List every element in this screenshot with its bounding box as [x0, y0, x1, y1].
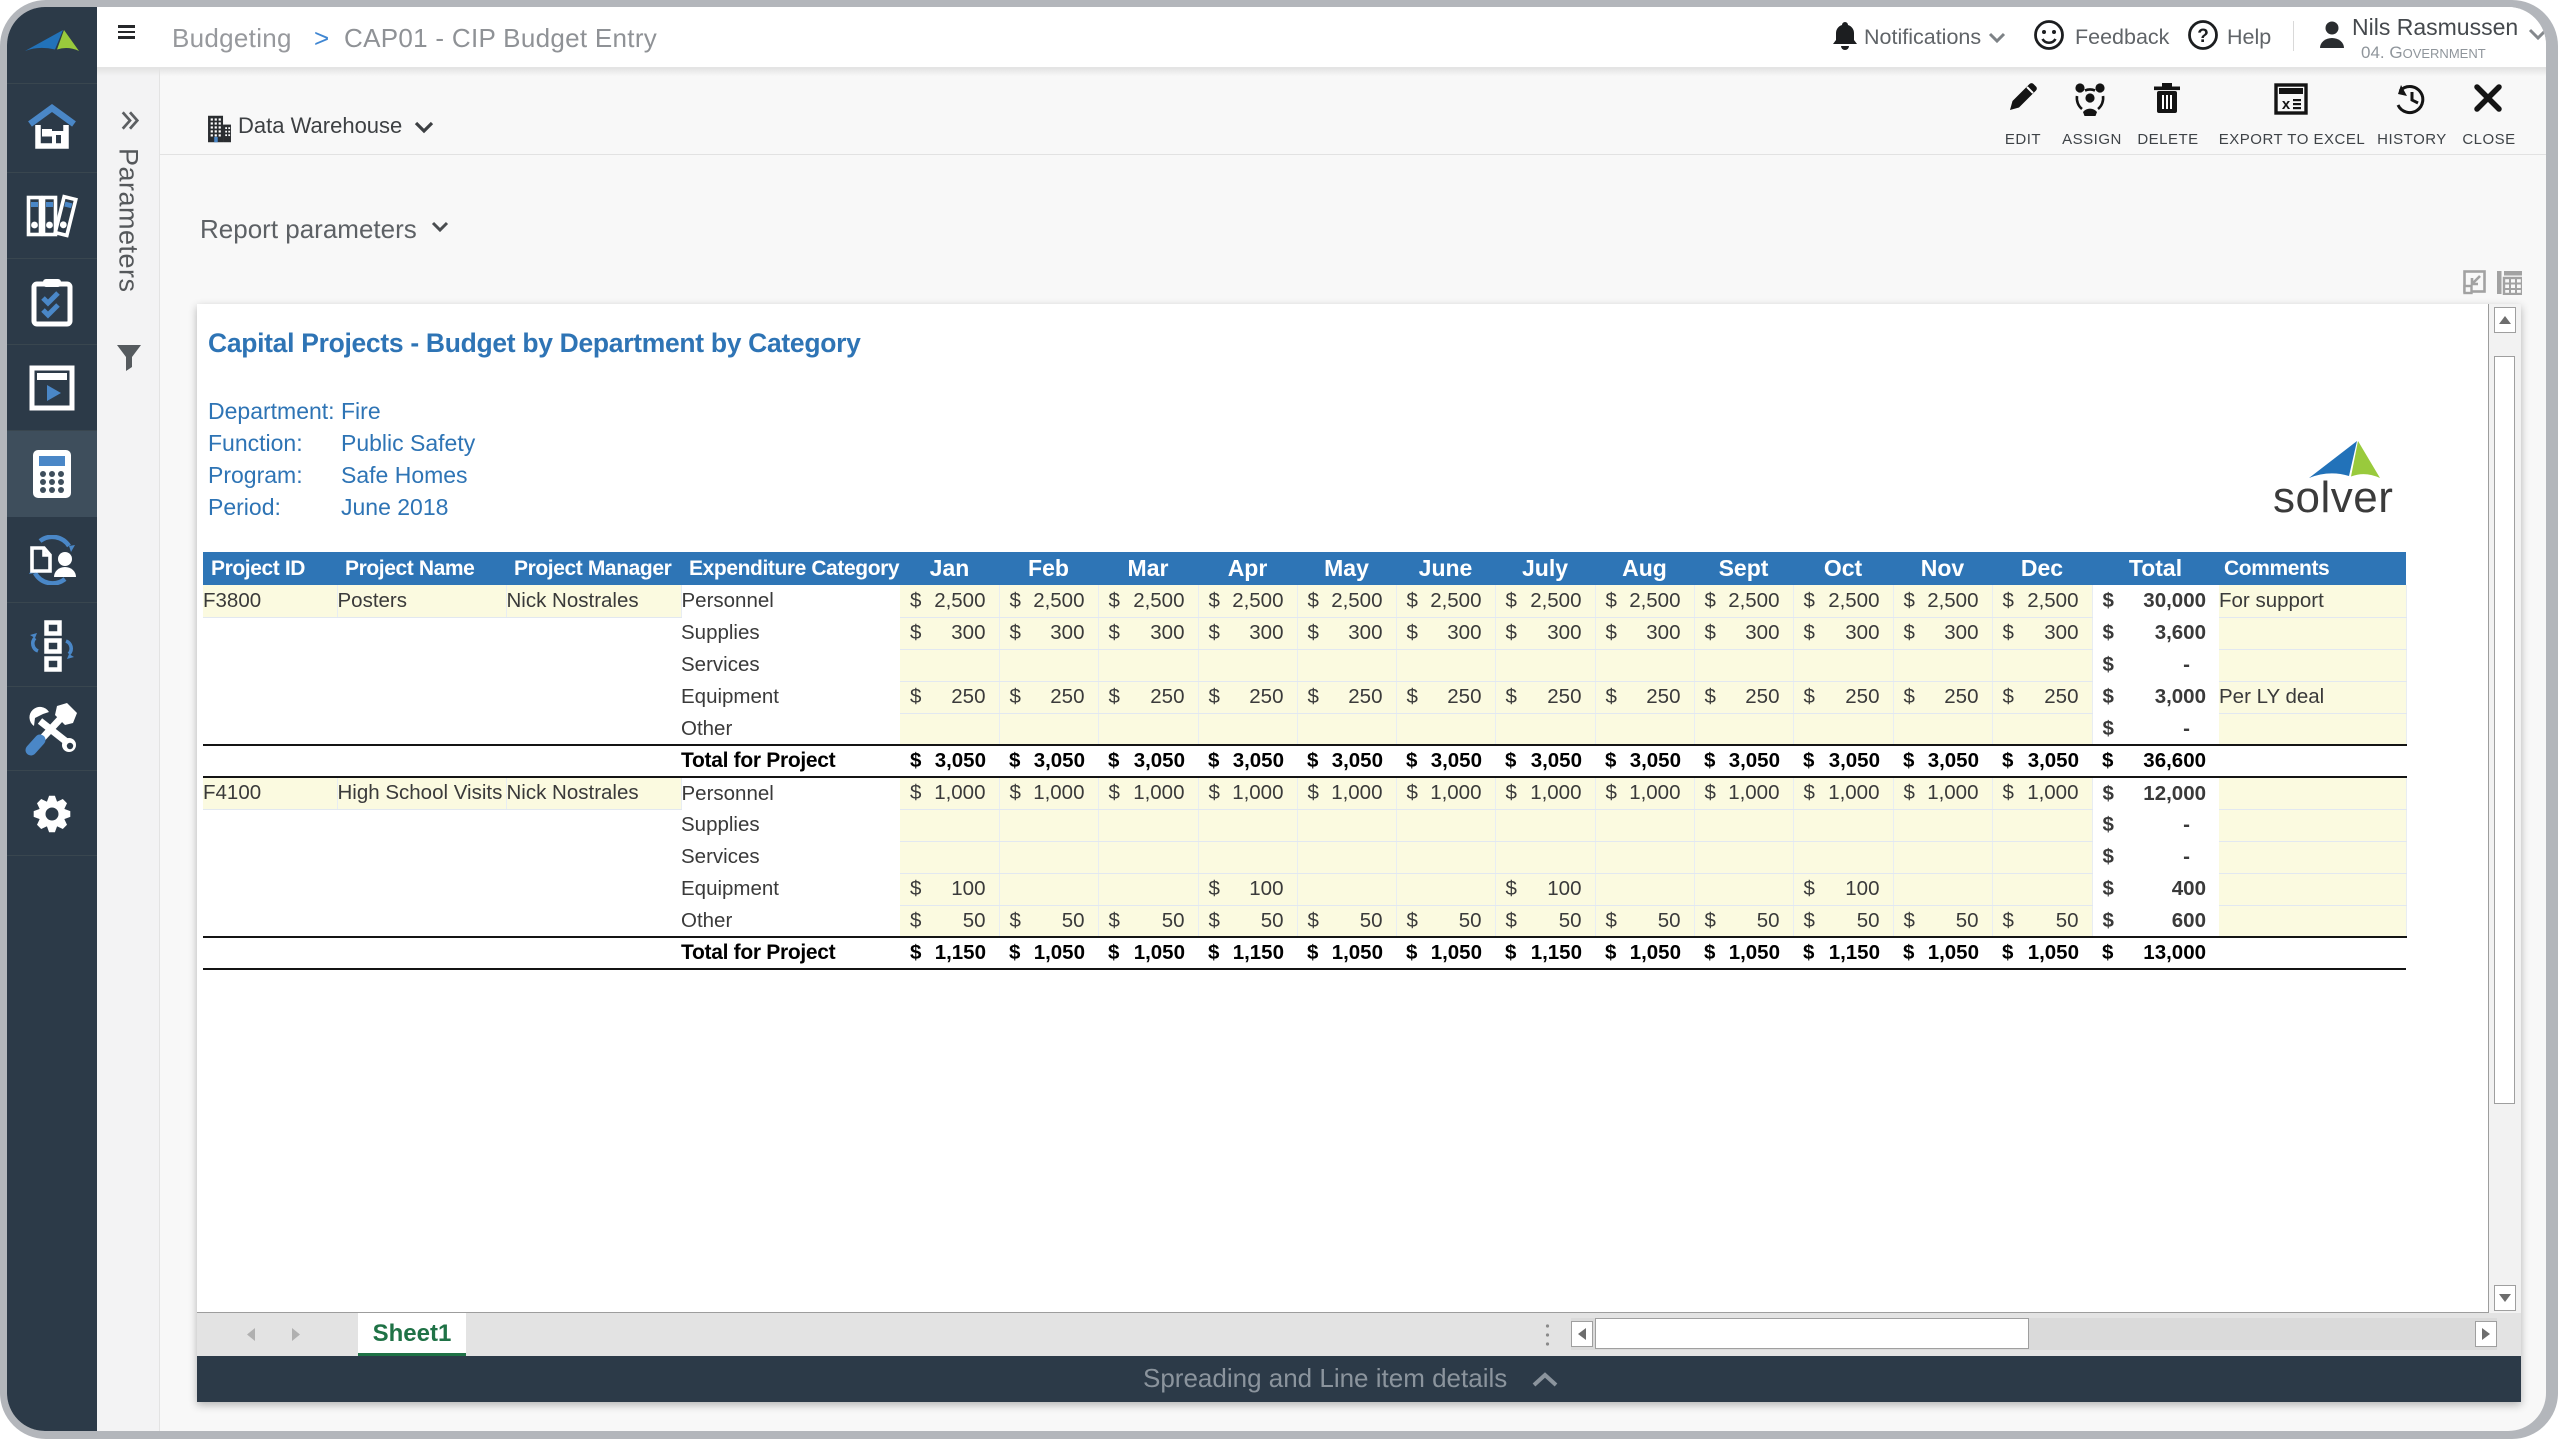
- svg-text:?: ?: [2197, 26, 2209, 47]
- svg-text:solver: solver: [2273, 473, 2393, 520]
- svg-text:x: x: [2282, 96, 2291, 113]
